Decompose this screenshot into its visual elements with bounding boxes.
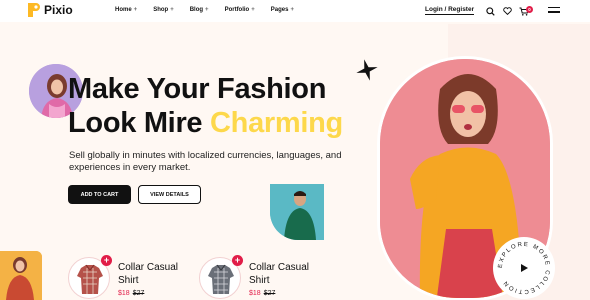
product-info: Collar Casual Shirt $18 $27 xyxy=(118,257,180,297)
login-register-link[interactable]: Login / Register xyxy=(425,6,475,15)
menu-item-label: Blog xyxy=(189,7,204,13)
hero-headline: Make Your Fashion Look Mire Charming xyxy=(68,72,343,140)
play-icon[interactable] xyxy=(521,264,528,272)
menu-item-label: Home xyxy=(115,7,132,13)
menu-item-blog[interactable]: Blog + xyxy=(190,7,209,13)
main-menu: Home + Shop + Blog + Portfolio + Pages + xyxy=(115,7,310,13)
product-info: Collar Casual Shirt $18 $27 xyxy=(249,257,311,297)
product-price: $18 $27 xyxy=(118,290,180,297)
menu-item-label: Pages xyxy=(270,7,289,13)
menu-item-label: Portfolio xyxy=(224,7,250,13)
menu-item-home[interactable]: Home + xyxy=(115,7,137,13)
product-card[interactable]: + Collar Casual Shirt $18 $27 xyxy=(199,255,311,299)
product-image[interactable]: + xyxy=(199,255,243,299)
top-nav: Pixio Home + Shop + Blog + Portfolio + Pages… xyxy=(0,0,590,22)
product-old-price: $27 xyxy=(132,290,145,297)
male-model-thumbnail xyxy=(270,184,324,240)
heart-icon[interactable] xyxy=(501,5,513,17)
headline-accent-word: Charming xyxy=(210,107,343,139)
product-old-price: $27 xyxy=(263,290,276,297)
menu-item-pages[interactable]: Pages + xyxy=(271,7,294,13)
logo-icon xyxy=(28,3,40,17)
plus-icon: + xyxy=(251,7,255,13)
add-to-wishlist-button[interactable]: + xyxy=(232,255,243,266)
headline-line-2: Look Mire Charming xyxy=(68,106,343,140)
view-details-button[interactable]: VIEW DETAILS xyxy=(138,185,201,204)
cart-icon[interactable]: 0 xyxy=(518,5,533,17)
product-card[interactable]: + Collar Casual Shirt $18 $27 xyxy=(68,255,180,299)
plus-icon: + xyxy=(170,7,174,13)
headline-line-1: Make Your Fashion xyxy=(68,73,327,105)
explore-collection-badge[interactable]: EXPLORE MORE COLLECTION xyxy=(493,237,555,299)
product-image[interactable]: + xyxy=(68,255,112,299)
menu-item-shop[interactable]: Shop + xyxy=(153,7,174,13)
product-name[interactable]: Collar Casual Shirt xyxy=(249,261,311,287)
headline-line-2-prefix: Look Mire xyxy=(68,107,211,139)
cart-count-badge: 0 xyxy=(526,6,533,13)
plus-icon: + xyxy=(205,7,209,13)
menu-item-label: Shop xyxy=(153,7,169,13)
plus-icon: + xyxy=(133,7,138,13)
product-current-price: $18 xyxy=(118,290,130,297)
product-name[interactable]: Collar Casual Shirt xyxy=(118,261,180,287)
brand-name: Pixio xyxy=(44,3,73,17)
hero-subtext: Sell globally in minutes with localized … xyxy=(69,150,342,173)
add-to-cart-button[interactable]: ADD TO CART xyxy=(68,185,131,204)
brand-logo[interactable]: Pixio xyxy=(28,3,73,17)
plus-icon: + xyxy=(290,7,294,13)
hamburger-menu-icon[interactable] xyxy=(548,7,560,16)
search-icon[interactable] xyxy=(484,5,496,17)
add-to-wishlist-button[interactable]: + xyxy=(101,255,112,266)
menu-item-portfolio[interactable]: Portfolio + xyxy=(225,7,255,13)
product-price: $18 $27 xyxy=(249,290,311,297)
product-current-price: $18 xyxy=(249,290,261,297)
sparkle-star-icon xyxy=(355,58,379,87)
model-thumbnail-yellow xyxy=(0,251,42,300)
